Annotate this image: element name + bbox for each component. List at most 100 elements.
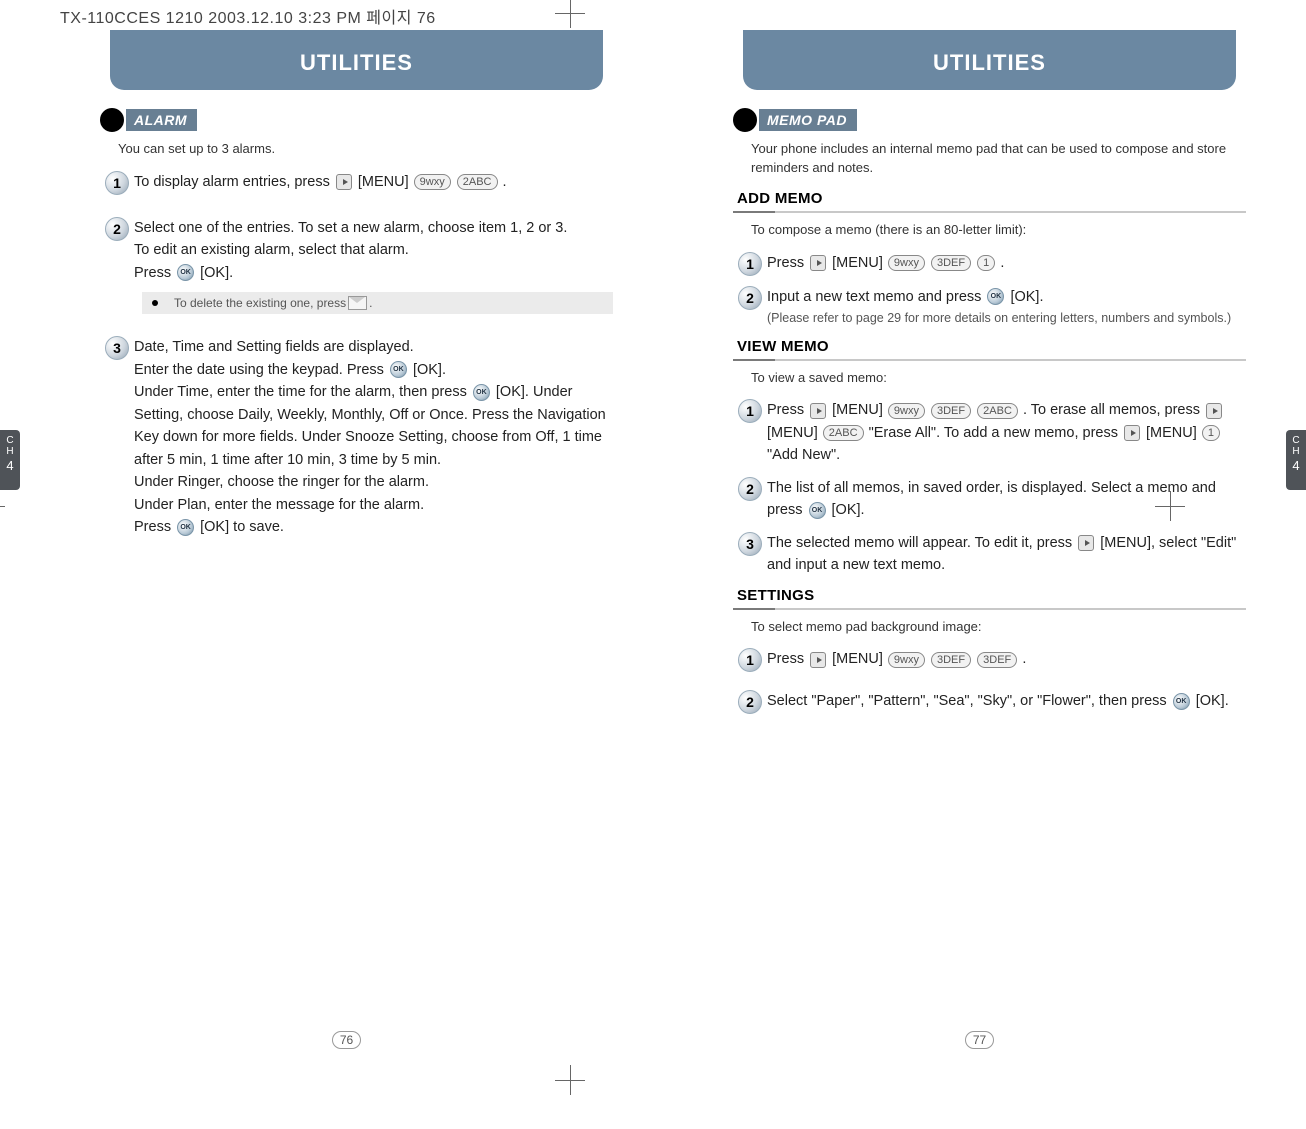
softkey-icon [1206,403,1222,419]
section-tag-memopad: MEMO PAD [733,108,1246,132]
section-label: ALARM [126,109,197,131]
step-text: Input a new text memo and press [767,289,985,305]
keypad-2-icon: 2ABC [457,174,498,190]
step-text: [OK]. [1010,289,1043,305]
subhead-settings: SETTINGS [737,587,1246,604]
step-number-icon: 1 [105,171,129,195]
chapter-tab-num: 4 [1286,459,1306,473]
step-text: Date, Time and Setting fields are displa… [134,336,613,358]
view-memo-step-1: 1 Press [MENU] 9wxy 3DEF 2ABC . To erase… [733,399,1246,466]
crop-mark-icon [1155,491,1185,521]
step-text: Press [767,255,808,271]
page-left: UTILITIES ALARM You can set up to 3 alar… [60,30,633,1049]
keypad-2-icon: 2ABC [823,425,864,441]
step-text: "Add New". [767,447,840,463]
ok-button-icon: OK [987,288,1004,305]
step-number-icon: 2 [738,690,762,714]
keypad-9-icon: 9wxy [888,652,925,668]
alarm-step-3: 3 Date, Time and Setting fields are disp… [100,336,613,538]
step-text: . [503,174,507,190]
note-text: . [369,296,372,310]
step-text: . To erase all memos, press [1023,402,1204,418]
section-intro: You can set up to 3 alarms. [118,140,613,159]
alarm-step-2: 2 Select one of the entries. To set a ne… [100,217,613,284]
step-text: Press [767,651,808,667]
add-memo-step-2: 2 Input a new text memo and press OK [OK… [733,286,1246,328]
keypad-2-icon: 2ABC [977,403,1018,419]
subsection-intro: To select memo pad background image: [751,618,1246,637]
settings-step-2: 2 Select "Paper", "Pattern", "Sea", "Sky… [733,690,1246,714]
page-title: UTILITIES [110,30,603,90]
ok-button-icon: OK [809,502,826,519]
step-text: Select "Paper", "Pattern", "Sea", "Sky",… [767,693,1171,709]
add-memo-step-1: 1 Press [MENU] 9wxy 3DEF 1 . [733,252,1246,276]
keypad-3-icon: 3DEF [931,403,971,419]
step-text: Under Plan, enter the message for the al… [134,494,613,516]
step-text: Select one of the entries. To set a new … [134,217,613,239]
alarm-step-1: 1 To display alarm entries, press [MENU]… [100,171,613,195]
view-memo-step-3: 3 The selected memo will appear. To edit… [733,532,1246,577]
step-text: Enter the date using the keypad. Press [134,362,388,378]
step-text: To edit an existing alarm, select that a… [134,239,613,261]
step-number-icon: 3 [105,336,129,360]
section-dot-icon [100,108,124,132]
page-title: UTILITIES [743,30,1236,90]
step-subnote: (Please refer to page 29 for more detail… [767,310,1246,328]
keypad-3-icon: 3DEF [977,652,1017,668]
softkey-icon [810,255,826,271]
softkey-icon [810,652,826,668]
keypad-9-icon: 9wxy [888,403,925,419]
step-text: [MENU] [832,402,887,418]
page-footer: 77 [693,1031,1266,1049]
settings-step-1: 1 Press [MENU] 9wxy 3DEF 3DEF . [733,648,1246,672]
chapter-tab-num: 4 [0,459,20,473]
step-text: . [1022,651,1026,667]
ok-button-icon: OK [390,361,407,378]
softkey-icon [1078,535,1094,551]
chapter-tab-ch: C H [1286,435,1306,457]
step-number-icon: 1 [738,648,762,672]
subsection-intro: To view a saved memo: [751,369,1246,388]
step-text: [MENU] [767,425,822,441]
softkey-icon [1124,425,1140,441]
crop-mark-icon [0,491,5,521]
section-intro: Your phone includes an internal memo pad… [751,140,1246,178]
crop-mark-icon [555,1065,585,1095]
step-text: [MENU] [832,651,887,667]
section-label: MEMO PAD [759,109,857,131]
bullet-icon [152,300,158,306]
subhead-add-memo: ADD MEMO [737,190,1246,207]
file-stamp: TX-110CCES 1210 2003.12.10 3:23 PM 페이지 7… [60,4,436,28]
step-text: [OK]. [413,362,446,378]
chapter-tab-left: C H 4 [0,430,20,490]
step-text: [OK]. [832,502,865,518]
ok-button-icon: OK [177,264,194,281]
subhead-underline [733,608,1246,610]
step-text: [OK]. [200,265,233,281]
step-text: "Erase All". To add a new memo, press [869,425,1122,441]
subhead-view-memo: VIEW MEMO [737,338,1246,355]
keypad-3-icon: 3DEF [931,255,971,271]
ok-button-icon: OK [1173,693,1190,710]
step-text: Press [767,402,808,418]
envelope-icon [348,296,367,310]
note-text: To delete the existing one, press [174,296,346,310]
step-text: [MENU] [1146,425,1201,441]
step-text: Under Time, enter the time for the alarm… [134,384,471,400]
section-tag-alarm: ALARM [100,108,613,132]
chapter-tab-right: C H 4 [1286,430,1306,490]
delete-note: To delete the existing one, press . [142,292,613,314]
keypad-9-icon: 9wxy [888,255,925,271]
step-text: . [1000,255,1004,271]
crop-mark-icon [555,0,585,28]
step-number-icon: 2 [738,477,762,501]
keypad-3-icon: 3DEF [931,652,971,668]
subhead-underline [733,211,1246,213]
subsection-intro: To compose a memo (there is an 80-letter… [751,221,1246,240]
page-right: UTILITIES MEMO PAD Your phone includes a… [693,30,1266,1049]
page-number: 77 [965,1031,994,1049]
step-text: [MENU] [358,174,413,190]
step-text: Press [134,519,175,535]
subhead-underline [733,359,1246,361]
step-number-icon: 2 [738,286,762,310]
